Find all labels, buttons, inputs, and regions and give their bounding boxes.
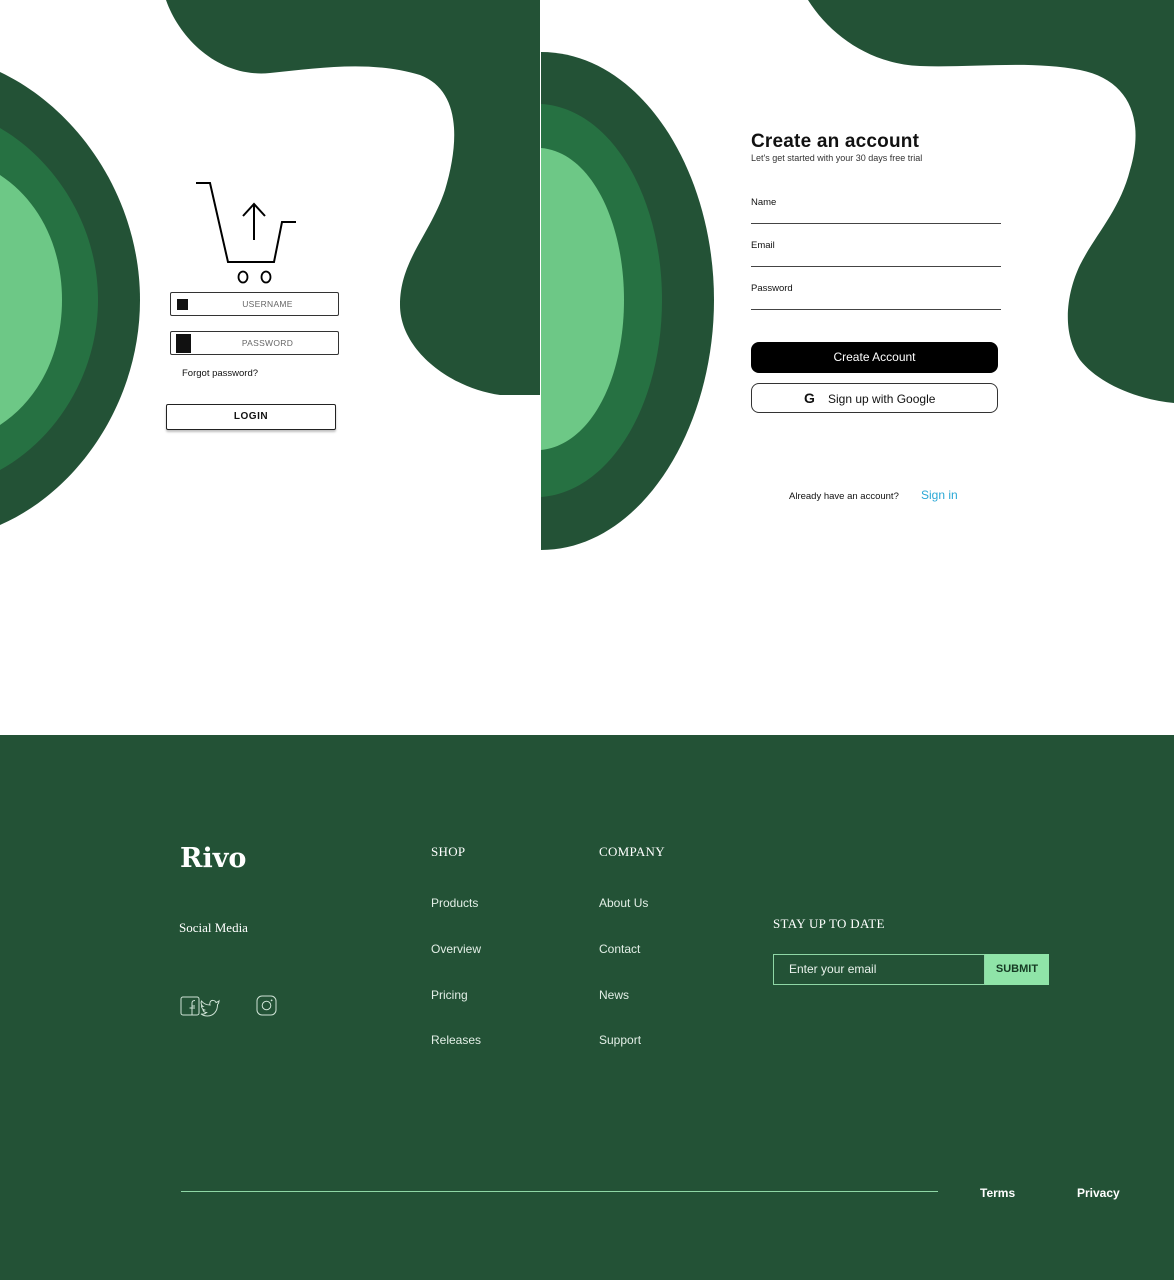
footer-link-overview[interactable]: Overview	[431, 942, 481, 956]
footer-link-pricing[interactable]: Pricing	[431, 988, 468, 1002]
newsletter-submit-button[interactable]: SUBMIT	[985, 954, 1049, 985]
email-input[interactable]	[751, 266, 1001, 267]
sign-in-link[interactable]: Sign in	[921, 488, 958, 502]
footer-divider	[181, 1191, 938, 1192]
email-label: Email	[751, 240, 775, 251]
username-placeholder: USERNAME	[242, 299, 293, 309]
create-account-button[interactable]: Create Account	[751, 342, 998, 373]
password-label: Password	[751, 283, 793, 294]
newsletter-heading: STAY UP TO DATE	[773, 916, 885, 931]
name-input[interactable]	[751, 223, 1001, 224]
terms-link[interactable]: Terms	[980, 1186, 1015, 1200]
user-icon	[177, 299, 188, 310]
footer-link-about[interactable]: About Us	[599, 896, 648, 910]
newsletter-email-input[interactable]: Enter your email	[773, 954, 985, 985]
cart-upload-icon	[196, 182, 296, 284]
footer-link-releases[interactable]: Releases	[431, 1033, 481, 1047]
footer-link-contact[interactable]: Contact	[599, 942, 640, 956]
footer-link-products[interactable]: Products	[431, 896, 478, 910]
privacy-link[interactable]: Privacy	[1077, 1186, 1120, 1200]
password-input[interactable]	[751, 309, 1001, 310]
password-field[interactable]: PASSWORD	[170, 331, 339, 355]
footer-link-support[interactable]: Support	[599, 1033, 641, 1047]
footer: Rivo Social Media SHOP Products Overview…	[0, 735, 1174, 1280]
password-placeholder: PASSWORD	[241, 338, 294, 348]
background-shapes	[0, 0, 1174, 550]
company-heading: COMPANY	[599, 844, 665, 859]
brand-logo[interactable]: Rivo	[180, 843, 246, 874]
signup-subtitle: Let's get started with your 30 days free…	[751, 153, 923, 163]
username-field[interactable]: USERNAME	[170, 292, 339, 316]
lock-icon	[176, 334, 191, 353]
instagram-icon[interactable]	[256, 995, 277, 1016]
social-media-title: Social Media	[179, 920, 248, 935]
footer-link-news[interactable]: News	[599, 988, 629, 1002]
shop-heading: SHOP	[431, 844, 466, 859]
login-button[interactable]: LOGIN	[166, 404, 336, 430]
google-icon: G	[804, 390, 815, 406]
forgot-password-link[interactable]: Forgot password?	[182, 368, 258, 379]
facebook-icon[interactable]	[180, 996, 200, 1016]
google-signup-button[interactable]: G Sign up with Google	[751, 383, 998, 413]
name-label: Name	[751, 197, 777, 208]
google-signup-label: Sign up with Google	[828, 392, 936, 406]
twitter-icon[interactable]	[199, 998, 221, 1018]
signup-title: Create an account	[751, 131, 920, 152]
already-account-text: Already have an account?	[789, 491, 899, 502]
